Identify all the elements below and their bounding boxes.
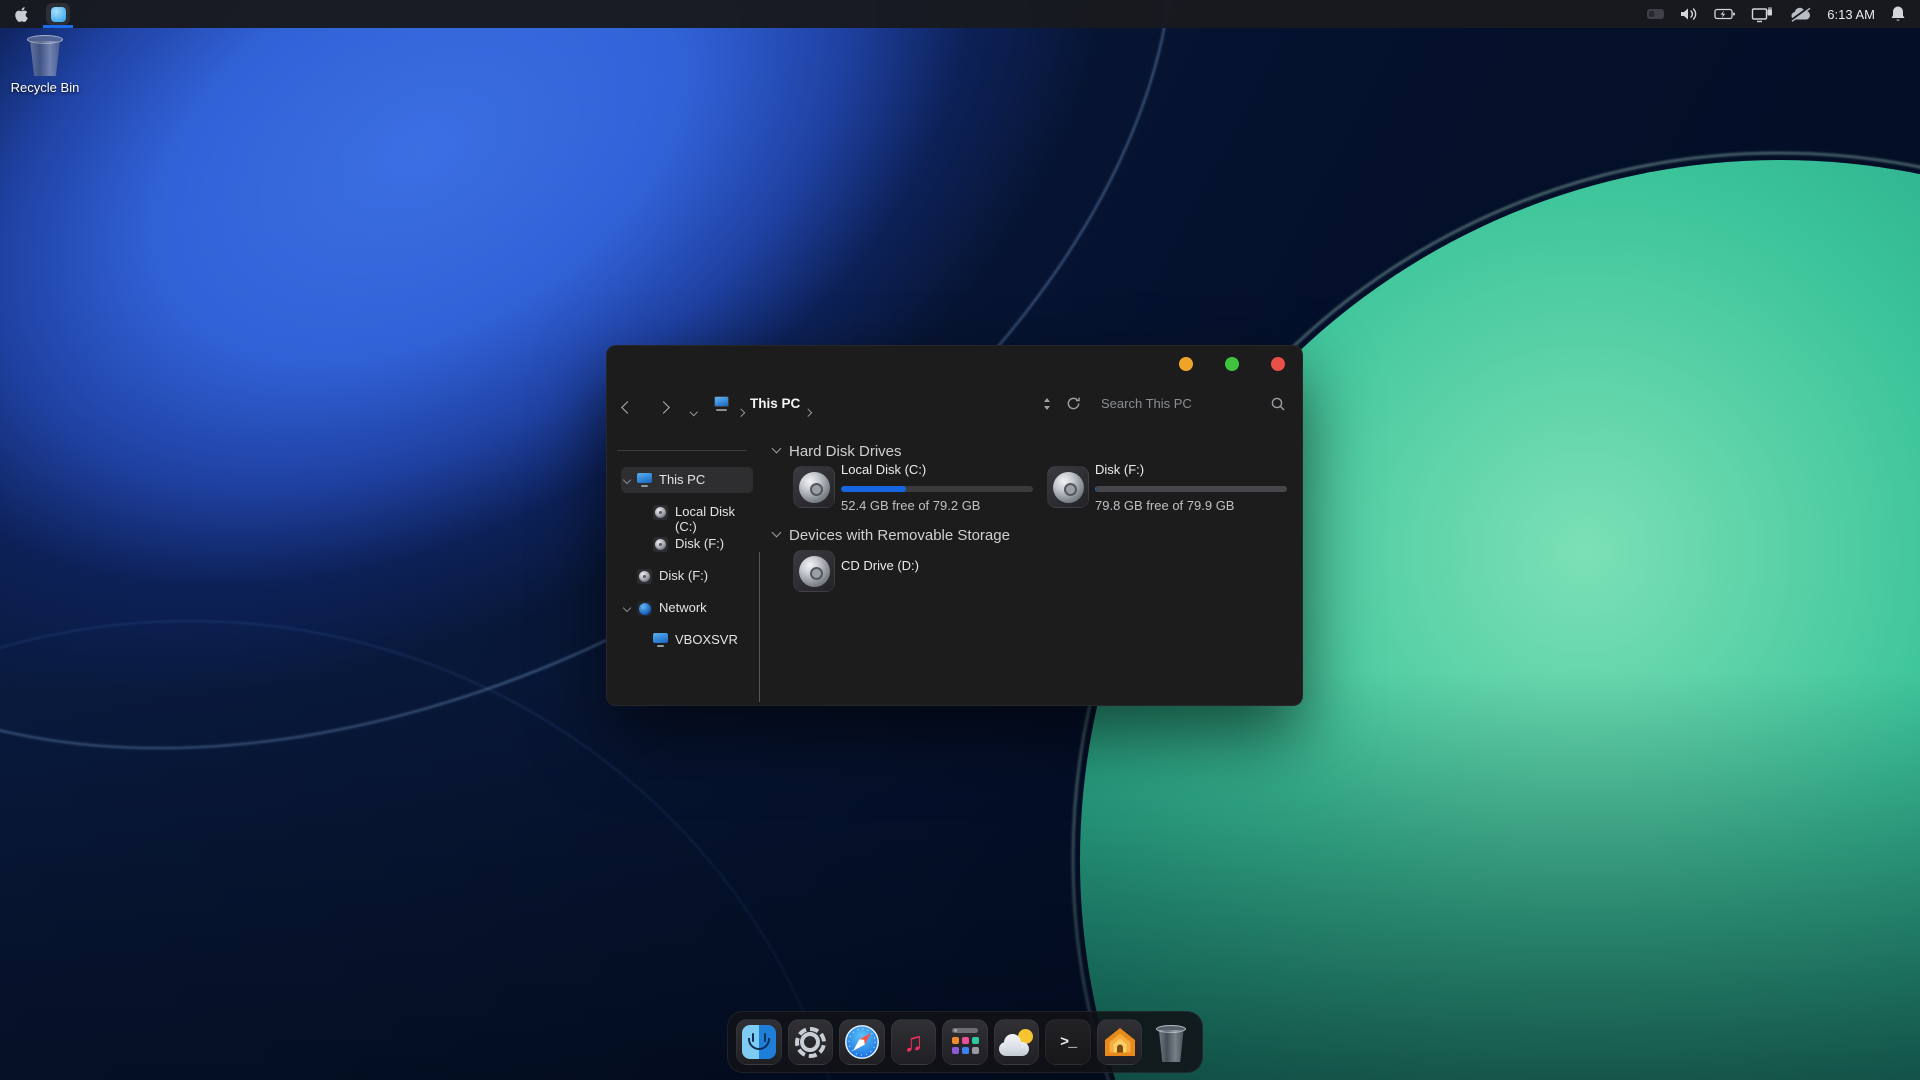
- drive-name[interactable]: CD Drive (D:): [841, 558, 919, 573]
- breadcrumb-this-pc[interactable]: This PC: [750, 396, 800, 411]
- notification-bell-icon[interactable]: [1890, 5, 1906, 23]
- ethernet-network-icon[interactable]: [1751, 6, 1773, 23]
- zoom-button[interactable]: [1225, 357, 1239, 371]
- close-button[interactable]: [1271, 357, 1285, 371]
- disk-drive-icon: [653, 537, 668, 552]
- recycle-bin-label: Recycle Bin: [10, 80, 80, 95]
- sidebar-item-local-disk-c[interactable]: Local Disk (C:): [607, 498, 759, 534]
- disk-drive-icon: [653, 505, 668, 520]
- sidebar-item-network[interactable]: Network: [607, 594, 759, 622]
- drive-name[interactable]: Local Disk (C:): [841, 462, 926, 477]
- dock-item-finder[interactable]: [735, 1019, 782, 1065]
- sidebar-content-divider: [759, 552, 760, 702]
- section-collapse-icon[interactable]: [771, 443, 782, 454]
- recycle-bin-icon: [26, 34, 64, 76]
- recycle-bin-shortcut[interactable]: Recycle Bin: [6, 34, 84, 95]
- apple-logo-icon[interactable]: [14, 6, 29, 23]
- drive-usage-fill: [841, 486, 907, 492]
- menu-bar: 6:13 AM: [0, 0, 1920, 28]
- safari-compass-icon: [844, 1025, 879, 1059]
- network-computer-icon: [653, 633, 668, 647]
- back-button[interactable]: [621, 399, 634, 417]
- dock-item-settings[interactable]: [787, 1019, 834, 1065]
- dock-item-home[interactable]: [1096, 1019, 1143, 1065]
- section-title: Devices with Removable Storage: [789, 527, 1010, 544]
- sidebar-item-disk-f[interactable]: Disk (F:): [607, 562, 759, 590]
- taskbar-explorer-app[interactable]: [43, 0, 73, 28]
- tree-expand-icon[interactable]: [622, 603, 632, 613]
- breadcrumb-chevron-icon: [736, 402, 745, 420]
- launchpad-icon: [948, 1025, 982, 1059]
- sidebar-item-disk-f[interactable]: Disk (F:): [607, 530, 759, 558]
- search-icon[interactable]: [1270, 396, 1286, 412]
- sidebar-separator: [617, 450, 747, 451]
- finder-icon: [741, 1025, 776, 1059]
- active-app-indicator: [43, 25, 73, 28]
- this-pc-icon: [713, 396, 730, 411]
- volume-icon[interactable]: [1679, 6, 1699, 22]
- dock-item-launchpad[interactable]: [942, 1019, 988, 1065]
- search-input[interactable]: [1099, 392, 1257, 414]
- up-down-arrows-icon[interactable]: [1043, 398, 1052, 410]
- battery-icon[interactable]: [1714, 7, 1736, 21]
- dock-item-safari[interactable]: [839, 1019, 885, 1065]
- sidebar-item-this-pc[interactable]: This PC: [607, 466, 759, 494]
- drive-usage-bar: [1095, 486, 1287, 492]
- gear-icon: [794, 1026, 826, 1058]
- drive-usage-fill: [1095, 486, 1096, 492]
- dock-item-music[interactable]: ♫: [890, 1019, 937, 1065]
- refresh-icon[interactable]: [1066, 396, 1081, 411]
- section-title: Hard Disk Drives: [789, 443, 902, 460]
- recent-locations-dropdown-icon[interactable]: [689, 401, 698, 419]
- desktop: 6:13 AM Recycle Bin This PC This PC: [0, 0, 1920, 1080]
- clock[interactable]: 6:13 AM: [1827, 7, 1875, 22]
- minimize-button[interactable]: [1179, 357, 1193, 371]
- drive-usage-bar: [841, 486, 1033, 492]
- disk-drive-icon: [637, 569, 652, 584]
- drive-icon-cd-drive-d[interactable]: [793, 550, 835, 592]
- network-icon: [637, 601, 652, 616]
- music-note-icon: ♫: [903, 1026, 924, 1057]
- tray-app-icon[interactable]: [1647, 9, 1665, 19]
- sidebar-item-vboxsvr[interactable]: VBOXSVR: [607, 626, 759, 654]
- section-collapse-icon[interactable]: [771, 527, 782, 538]
- drive-free-space: 52.4 GB free of 79.2 GB: [841, 498, 981, 513]
- cloud-offline-icon[interactable]: [1788, 6, 1812, 22]
- terminal-prompt-icon: >_: [1060, 1033, 1077, 1051]
- file-explorer-window: This PC This PC Local Disk (C:) Disk (F:…: [606, 345, 1303, 706]
- this-pc-icon: [637, 473, 652, 487]
- dock-item-trash[interactable]: [1148, 1019, 1194, 1065]
- drive-icon-local-disk-c[interactable]: [793, 466, 835, 508]
- drive-icon-disk-f[interactable]: [1047, 466, 1089, 508]
- dock-item-terminal[interactable]: >_: [1045, 1019, 1091, 1065]
- drive-name[interactable]: Disk (F:): [1095, 462, 1144, 477]
- forward-button[interactable]: [657, 399, 670, 417]
- dock: ♫ >_: [727, 1011, 1203, 1073]
- dock-item-weather[interactable]: [993, 1019, 1040, 1065]
- weather-cloud-sun-icon: [998, 1028, 1035, 1056]
- trash-icon: [1154, 1022, 1188, 1062]
- drive-free-space: 79.8 GB free of 79.9 GB: [1095, 498, 1235, 513]
- file-explorer-icon: [50, 6, 66, 22]
- home-icon: [1104, 1028, 1135, 1056]
- breadcrumb-chevron-icon: [803, 402, 812, 420]
